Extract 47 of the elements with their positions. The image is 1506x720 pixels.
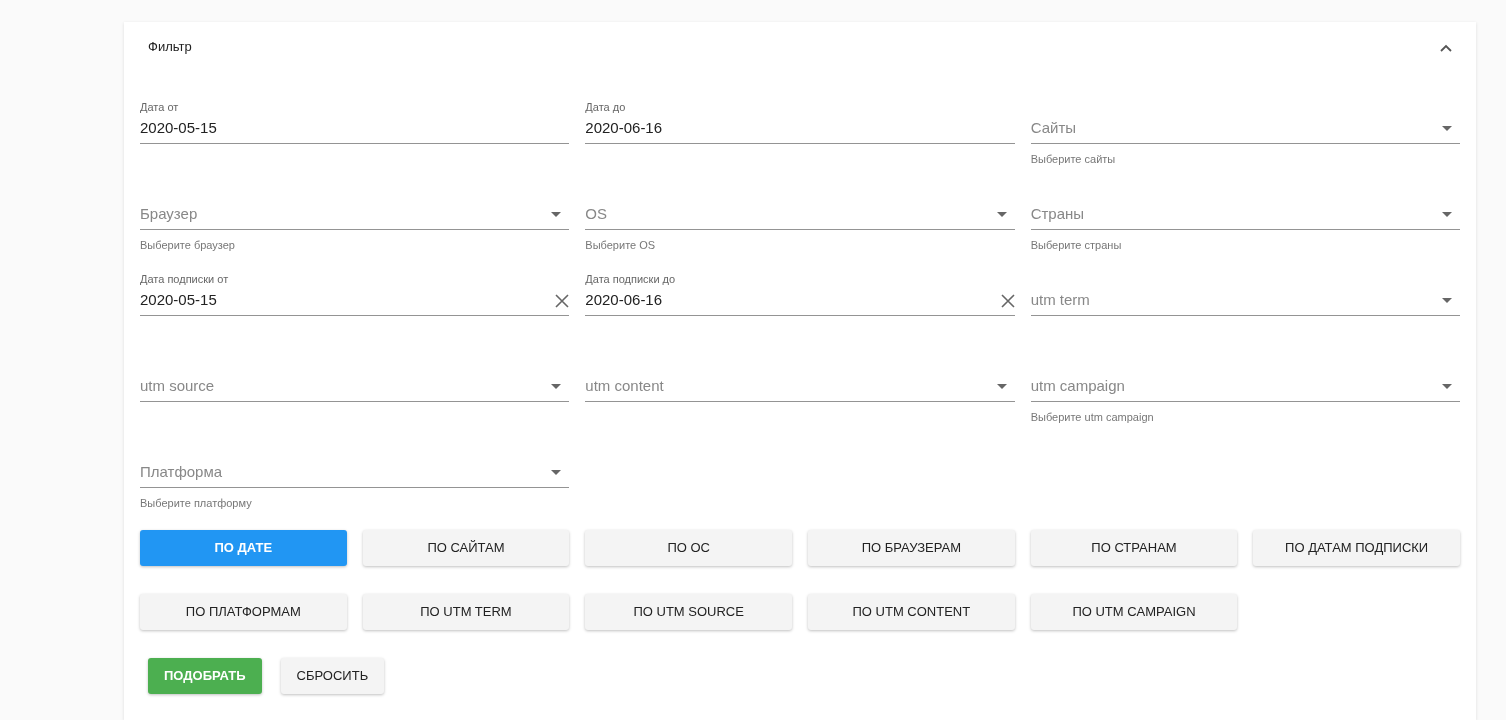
field-label: Дата от xyxy=(140,100,180,114)
dropdown-caret-icon xyxy=(996,212,1007,217)
select-field[interactable]: OS xyxy=(585,200,1015,230)
select-field[interactable]: utm source xyxy=(140,372,570,402)
group-by-button[interactable]: ПО UTM CAMPAIGN xyxy=(1030,594,1238,630)
group-by-button[interactable]: ПО СТРАНАМ xyxy=(1030,530,1238,566)
select-field[interactable]: Платформа xyxy=(140,458,570,488)
close-icon[interactable] xyxy=(555,293,570,308)
dropdown-caret-icon xyxy=(551,470,562,475)
close-icon[interactable] xyxy=(1000,293,1015,308)
date-field[interactable]: 2020-05-15 xyxy=(140,286,570,316)
dropdown-caret-icon xyxy=(1442,212,1452,217)
field-hint: Выберите utm campaign xyxy=(1030,410,1155,425)
group-by-button[interactable]: ПО БРАУЗЕРАМ xyxy=(808,530,1015,566)
dropdown-caret-icon xyxy=(996,384,1007,389)
chevron-up-icon[interactable] xyxy=(1440,43,1452,52)
reset-button[interactable]: СБРОСИТЬ xyxy=(280,658,385,694)
field-label: Дата до xyxy=(585,100,627,114)
select-field[interactable]: Страны xyxy=(1030,200,1460,230)
group-by-button[interactable]: ПО UTM SOURCE xyxy=(585,594,792,630)
group-by-button[interactable]: ПО ПЛАТФОРМАМ xyxy=(140,594,347,630)
field-label: Дата подписки от xyxy=(140,272,230,286)
group-by-button[interactable]: ПО САЙТАМ xyxy=(362,530,570,566)
dropdown-caret-icon xyxy=(1442,126,1452,131)
dropdown-caret-icon xyxy=(1442,298,1452,303)
group-by-button[interactable]: ПО ОС xyxy=(585,530,792,566)
dropdown-caret-icon xyxy=(551,212,562,217)
group-by-button[interactable]: ПО ДАТАМ ПОДПИСКИ xyxy=(1253,530,1460,566)
select-field[interactable]: utm content xyxy=(585,372,1015,402)
field-hint: Выберите платформу xyxy=(140,496,253,511)
date-field[interactable]: 2020-06-16 xyxy=(585,286,1015,316)
field-hint: Выберите страны xyxy=(1030,238,1123,253)
select-field[interactable]: utm campaign xyxy=(1030,372,1460,402)
date-field[interactable]: 2020-06-16 xyxy=(585,114,1015,144)
select-field[interactable]: utm term xyxy=(1030,286,1460,316)
select-field[interactable]: Сайты xyxy=(1030,114,1460,144)
select-field[interactable]: Браузер xyxy=(140,200,570,230)
field-hint: Выберите OS xyxy=(585,238,657,253)
field-hint: Выберите браузер xyxy=(140,238,236,253)
panel-title: Фильтр xyxy=(148,38,192,57)
dropdown-caret-icon xyxy=(551,384,562,389)
field-hint: Выберите сайты xyxy=(1030,152,1117,167)
group-by-button[interactable]: ПО UTM TERM xyxy=(362,594,570,630)
dropdown-caret-icon xyxy=(1442,384,1452,389)
field-label: Дата подписки до xyxy=(585,272,677,286)
date-field[interactable]: 2020-05-15 xyxy=(140,114,570,144)
group-by-button[interactable]: ПО UTM CONTENT xyxy=(808,594,1015,630)
